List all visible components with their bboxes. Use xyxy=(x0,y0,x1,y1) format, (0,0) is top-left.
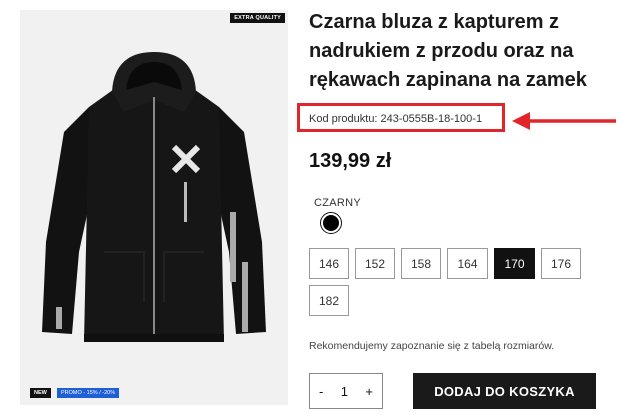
size-option-170-selected[interactable]: 170 xyxy=(494,248,535,279)
quantity-increase-button[interactable]: + xyxy=(365,384,373,399)
hoodie-illustration xyxy=(42,52,266,342)
size-option-182[interactable]: 182 xyxy=(309,285,349,316)
product-image[interactable]: EXTRA QUALITY NEW PROMO - 15% / -20% xyxy=(20,10,288,405)
promo-badge: PROMO - 15% / -20% xyxy=(57,388,120,398)
new-badge: NEW xyxy=(30,388,51,398)
product-title: Czarna bluza z kapturem z nadrukiem z pr… xyxy=(309,11,587,91)
quantity-value[interactable]: 1 xyxy=(341,384,348,399)
color-swatch-black[interactable] xyxy=(320,212,342,234)
quantity-decrease-button[interactable]: - xyxy=(319,384,323,399)
size-option-146[interactable]: 146 xyxy=(309,248,349,279)
quantity-stepper: - 1 + xyxy=(309,373,383,409)
product-code: Kod produktu: 243-0555B-18-100-1 xyxy=(309,113,483,125)
size-option-176[interactable]: 176 xyxy=(541,248,581,279)
size-option-164[interactable]: 164 xyxy=(447,248,488,279)
size-option-158[interactable]: 158 xyxy=(401,248,441,279)
size-chart-note[interactable]: Rekomendujemy zapoznanie się z tabelą ro… xyxy=(309,340,554,352)
color-label: CZARNY xyxy=(314,197,362,209)
add-to-cart-button[interactable]: DODAJ DO KOSZYKA xyxy=(413,373,596,409)
size-option-152[interactable]: 152 xyxy=(355,248,395,279)
product-price: 139,99 zł xyxy=(309,150,392,172)
extra-quality-badge: EXTRA QUALITY xyxy=(230,13,285,23)
arrow-left-icon xyxy=(512,112,616,130)
